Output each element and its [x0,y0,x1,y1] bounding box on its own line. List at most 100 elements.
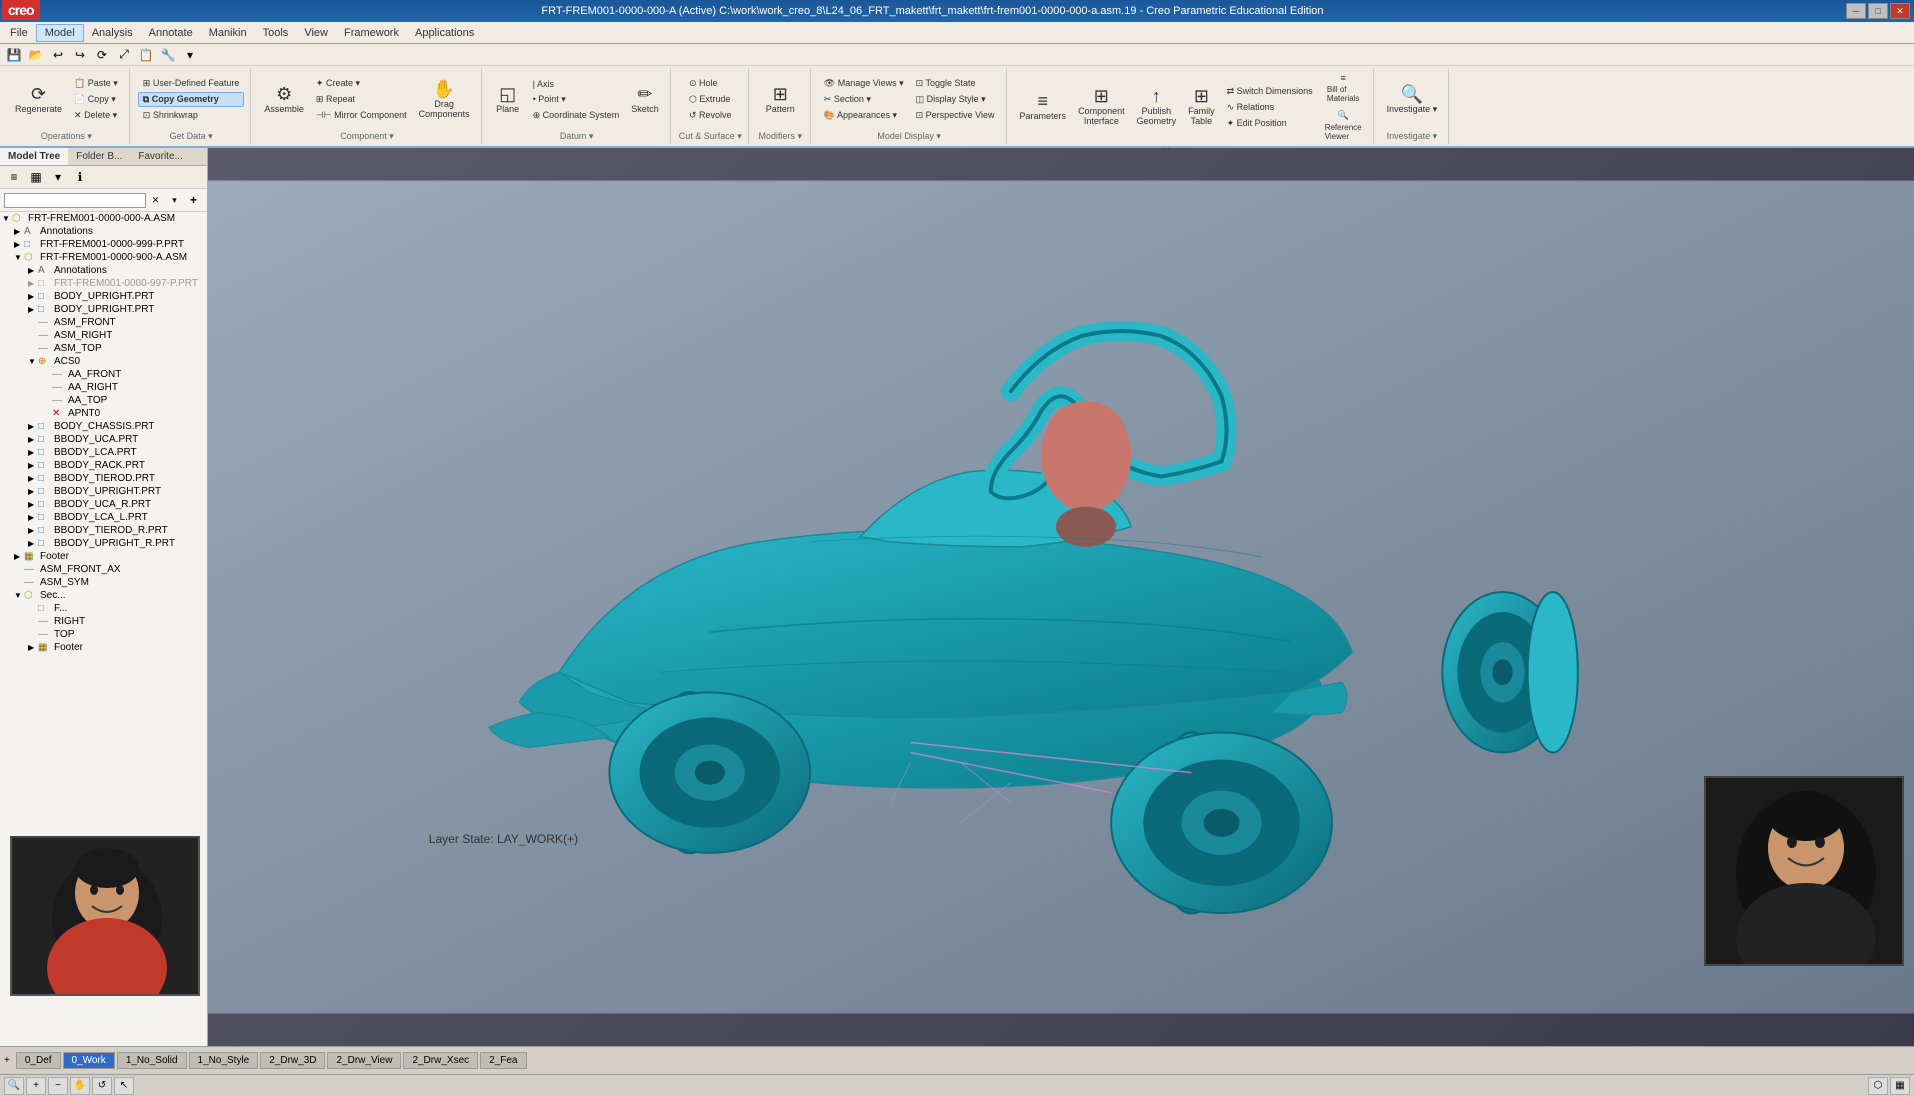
appearances-button[interactable]: 🎨 Appearances ▾ [819,108,909,123]
tree-view-button[interactable]: ▦ [26,168,46,186]
tab-folder[interactable]: Folder B... [68,148,130,165]
tree-item-apnt0[interactable]: ✕ APNT0 [0,407,207,420]
qat-btn5[interactable]: ⟳ [92,46,112,64]
tree-item-asm-front-ax[interactable]: — ASM_FRONT_AX [0,563,207,576]
viewport[interactable]: Layer State: LAY_WORK(+) [208,148,1914,1046]
shrinkwrap-button[interactable]: ⊡ Shrinkwrap [138,108,245,123]
qat-btn8[interactable]: 🔧 [158,46,178,64]
tree-item-section[interactable]: ▼ ⬡ Sec... [0,589,207,602]
tree-settings-button[interactable]: ≡ [4,168,24,186]
pattern-button[interactable]: ⊞ Pattern [761,82,800,118]
user-defined-feature-button[interactable]: ⊞ User-Defined Feature [138,76,245,91]
zoom-in-button[interactable]: + [26,1077,46,1095]
qat-btn6[interactable]: ⤢ [114,46,134,64]
tab-favorite[interactable]: Favorite... [130,148,190,165]
menu-analysis[interactable]: Analysis [84,25,141,41]
regenerate-button[interactable]: ⟳ Regenerate [10,82,67,118]
status-tab-2fea[interactable]: 2_Fea [480,1052,526,1069]
publish-geometry-button[interactable]: ↑ PublishGeometry [1132,84,1182,130]
pan-button[interactable]: ✋ [70,1077,90,1095]
menu-view[interactable]: View [296,25,336,41]
wireframe-button[interactable]: ▦ [1890,1077,1910,1095]
menu-applications[interactable]: Applications [407,25,482,41]
drag-components-button[interactable]: ✋ DragComponents [414,77,475,123]
tree-item-bbody-uca-r[interactable]: ▶ □ BBODY_UCA_R.PRT [0,498,207,511]
maximize-button[interactable]: □ [1868,3,1888,19]
tree-item-part997[interactable]: ▶ □ FRT-FREM001-0000-997-P.PRT [0,277,207,290]
create-button[interactable]: ✦ Create ▾ [311,76,412,91]
qat-dropdown[interactable]: ▾ [180,46,200,64]
tree-item-asm-top[interactable]: — ASM_TOP [0,342,207,355]
tree-item-body-upright-l[interactable]: ▶ □ BODY_UPRIGHT.PRT [0,303,207,316]
select-button[interactable]: ↖ [114,1077,134,1095]
qat-btn7[interactable]: 📋 [136,46,156,64]
status-tab-1nostyle[interactable]: 1_No_Style [189,1052,259,1069]
hole-button[interactable]: ⊙ Hole [684,76,737,91]
section-button[interactable]: ✂ Section ▾ [819,92,909,107]
tree-item-bbody-rack[interactable]: ▶ □ BBODY_RACK.PRT [0,459,207,472]
tree-search-options[interactable]: ▾ [165,191,184,209]
revolve-button[interactable]: ↺ Revolve [684,108,737,123]
view3d-button[interactable]: ⬡ [1868,1077,1888,1095]
tree-item-body-chassis[interactable]: ▶ □ BODY_CHASSIS.PRT [0,420,207,433]
parameters-button[interactable]: ≡ Parameters [1015,89,1072,125]
menu-manikin[interactable]: Manikin [201,25,255,41]
tree-info-button[interactable]: ℹ [70,168,90,186]
status-tab-2drwview[interactable]: 2_Drw_View [327,1052,401,1069]
close-button[interactable]: ✕ [1890,3,1910,19]
copy-geometry-button[interactable]: ⧉ Copy Geometry [138,92,245,107]
status-tab-2drw3d[interactable]: 2_Drw_3D [260,1052,325,1069]
menu-annotate[interactable]: Annotate [141,25,201,41]
axis-button[interactable]: | Axis [528,77,625,91]
tree-item-acs0[interactable]: ▼ ⊕ ACS0 [0,355,207,368]
tree-item-bbody-tierod[interactable]: ▶ □ BBODY_TIEROD.PRT [0,472,207,485]
display-style-button[interactable]: ◫ Display Style ▾ [911,92,1000,107]
tree-item-part999[interactable]: ▶ □ FRT-FREM001-0000-999-P.PRT [0,238,207,251]
tree-item-asm-front[interactable]: — ASM_FRONT [0,316,207,329]
tree-item-root[interactable]: ▼ ⬡ FRT-FREM001-0000-000-A.ASM [0,212,207,225]
tree-item-sec-f[interactable]: □ F... [0,602,207,615]
tree-item-annotations2[interactable]: ▶ A Annotations [0,264,207,277]
tree-search-input[interactable] [4,193,146,208]
tree-item-aa-front[interactable]: — AA_FRONT [0,368,207,381]
component-interface-button[interactable]: ⊞ ComponentInterface [1073,84,1130,130]
tree-item-bbody-uca[interactable]: ▶ □ BBODY_UCA.PRT [0,433,207,446]
tree-item-asm-right[interactable]: — ASM_RIGHT [0,329,207,342]
tree-item-body-upright-r[interactable]: ▶ □ BODY_UPRIGHT.PRT [0,290,207,303]
tree-item-sec-right[interactable]: — RIGHT [0,615,207,628]
repeat-button[interactable]: ⊞ Repeat [311,92,412,107]
tree-item-footer2[interactable]: ▶ ▦ Footer [0,641,207,654]
tree-col-button[interactable]: ▾ [48,168,68,186]
status-tab-2drwxsec[interactable]: 2_Drw_Xsec [403,1052,478,1069]
rotate-button[interactable]: ↺ [92,1077,112,1095]
tree-item-aa-right[interactable]: — AA_RIGHT [0,381,207,394]
sketch-button[interactable]: ✏ Sketch [626,82,664,118]
tree-item-bbody-lca[interactable]: ▶ □ BBODY_LCA.PRT [0,446,207,459]
status-tab-1nosolid[interactable]: 1_No_Solid [117,1052,187,1069]
tab-model-tree[interactable]: Model Tree [0,148,68,165]
paste-button[interactable]: 📋 Paste ▾ [69,76,123,91]
plane-button[interactable]: ◱ Plane [490,82,526,118]
family-table-button[interactable]: ⊞ FamilyTable [1183,84,1220,130]
minimize-button[interactable]: ─ [1846,3,1866,19]
mirror-component-button[interactable]: ⊣⊢ Mirror Component [311,108,412,123]
menu-model[interactable]: Model [36,24,84,42]
zoom-fit-button[interactable]: 🔍 [4,1077,24,1095]
tree-item-bbody-lca-l[interactable]: ▶ □ BBODY_LCA_L.PRT [0,511,207,524]
tree-item-bbody-upright[interactable]: ▶ □ BBODY_UPRIGHT.PRT [0,485,207,498]
extrude-button[interactable]: ⬡ Extrude [684,92,737,107]
tree-item-sec-top[interactable]: — TOP [0,628,207,641]
open-button[interactable]: 📂 [26,46,46,64]
save-button[interactable]: 💾 [4,46,24,64]
tree-item-asm-sym[interactable]: — ASM_SYM [0,576,207,589]
edit-position-button[interactable]: ✦ Edit Position [1222,116,1318,131]
status-tab-0work[interactable]: 0_Work [63,1052,115,1069]
toggle-state-button[interactable]: ⊡ Toggle State [911,76,1000,91]
undo-button[interactable]: ↩ [48,46,68,64]
switch-dimensions-button[interactable]: ⇄ Switch Dimensions [1222,84,1318,99]
tree-item-footer1[interactable]: ▶ ▦ Footer [0,550,207,563]
zoom-out-button[interactable]: − [48,1077,68,1095]
point-button[interactable]: • Point ▾ [528,92,625,107]
redo-button[interactable]: ↪ [70,46,90,64]
tree-item-bbody-tierod-r[interactable]: ▶ □ BBODY_TIEROD_R.PRT [0,524,207,537]
